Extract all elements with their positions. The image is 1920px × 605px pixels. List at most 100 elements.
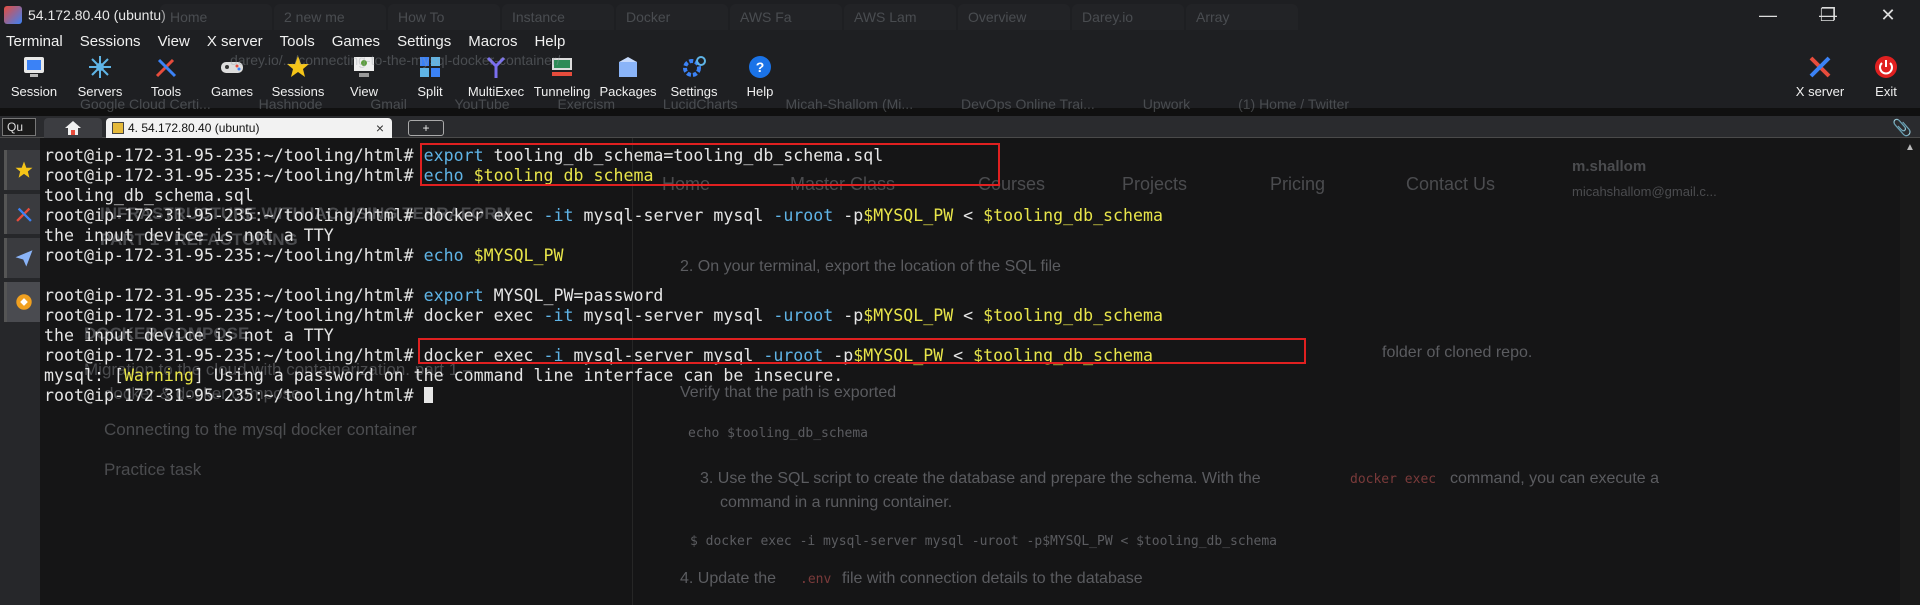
menu-settings[interactable]: Settings <box>397 33 451 50</box>
menu-view[interactable]: View <box>158 33 190 50</box>
terminal-line: root@ip-172-31-95-235:~/tooling/html# <box>44 386 433 406</box>
ghost-tab: AWS Lam <box>844 4 956 30</box>
background-bookmarks-bar: Google Cloud Certi... Hashnode Gmail You… <box>80 96 1393 112</box>
dock-sftp[interactable] <box>4 282 40 322</box>
shell-prompt: root@ip-172-31-95-235:~/tooling/html# <box>44 166 414 185</box>
window-title: 54.172.80.40 (ubuntu) <box>28 7 166 23</box>
minimize-window-button[interactable]: — <box>1740 0 1796 30</box>
menu-games[interactable]: Games <box>332 33 380 50</box>
command-text: mysql-server mysql <box>573 306 774 325</box>
ghost-tab: 2 new me <box>274 4 386 30</box>
packages-button[interactable]: Packages <box>592 54 664 99</box>
close-tab-icon[interactable]: × <box>376 120 384 136</box>
dock-tools[interactable] <box>4 194 40 234</box>
ghost-bookmark: Google Cloud Certi... <box>80 96 211 112</box>
shell-prompt: root@ip-172-31-95-235:~/tooling/html# <box>44 246 414 265</box>
power-icon <box>1875 56 1897 78</box>
shell-prompt: root@ip-172-31-95-235:~/tooling/html# <box>44 286 414 305</box>
terminal-output[interactable]: root@ip-172-31-95-235:~/tooling/html# ex… <box>40 143 1910 596</box>
toolbar: Session Servers Tools Games Sessions Vie… <box>0 52 1920 112</box>
servers-button[interactable]: Servers <box>64 54 136 99</box>
ghost-tab: AWS Fa <box>730 4 842 30</box>
command-text: docker exec <box>423 206 544 225</box>
terminal-line: the input device is not a TTY <box>44 226 334 245</box>
command-text: -p <box>833 306 864 325</box>
home-tab[interactable] <box>44 118 102 138</box>
shell-prompt: root@ip-172-31-95-235:~/tooling/html# <box>44 346 414 365</box>
shell-variable: $MYSQL_PW <box>473 246 564 265</box>
sftp-icon <box>15 294 32 310</box>
warning-prefix: mysql: [ <box>44 366 124 385</box>
xserver-button[interactable]: X server <box>1784 54 1856 99</box>
terminal-line: the input device is not a TTY <box>44 326 334 345</box>
terminal-line: tooling_db_schema.sql <box>44 186 254 205</box>
session-tab-active[interactable]: 4. 54.172.80.40 (ubuntu) × <box>106 118 392 138</box>
command-flag: -uroot <box>773 306 834 325</box>
session-tab-bar: Qu 4. 54.172.80.40 (ubuntu) × + 📎 <box>0 116 1920 138</box>
ghost-bookmark: Gmail <box>370 96 407 112</box>
shell-variable: $tooling_db_schema <box>983 206 1163 225</box>
menu-xserver[interactable]: X server <box>207 33 263 50</box>
svg-text:?: ? <box>756 59 765 75</box>
terminal-line: root@ip-172-31-95-235:~/tooling/html# ec… <box>44 246 564 266</box>
command-flag: -it <box>543 206 574 225</box>
shell-variable: $tooling_db_schema <box>983 306 1163 325</box>
ghost-bookmark: Upwork <box>1142 96 1191 112</box>
ghost-tab: Home <box>160 4 272 30</box>
command-args: MYSQL_PW=password <box>483 286 664 305</box>
dock-sessions[interactable] <box>4 150 40 190</box>
menu-terminal[interactable]: Terminal <box>6 33 63 50</box>
menu-tools[interactable]: Tools <box>280 33 315 50</box>
ghost-tab: Darey.io <box>1072 4 1184 30</box>
command-flag: -uroot <box>773 206 834 225</box>
servers-icon <box>89 56 111 78</box>
shell-prompt: root@ip-172-31-95-235:~/tooling/html# <box>44 206 414 225</box>
session-tab-label: 4. 54.172.80.40 (ubuntu) <box>128 121 260 135</box>
maximize-window-button[interactable]: ❐ <box>1800 0 1856 30</box>
exit-button[interactable]: Exit <box>1850 54 1920 99</box>
paper-plane-icon <box>15 250 32 267</box>
ghost-tab: Docker <box>616 4 728 30</box>
menu-macros[interactable]: Macros <box>468 33 517 50</box>
command-keyword: echo <box>423 246 464 265</box>
mobaxterm-logo-icon <box>4 6 22 24</box>
ghost-tab: Overview <box>958 4 1070 30</box>
ghost-tab: Instance <box>502 4 614 30</box>
ghost-tab: Array <box>1186 4 1298 30</box>
highlight-box-docker-exec <box>418 338 1306 364</box>
quick-connect-input[interactable]: Qu <box>2 118 36 136</box>
command-flag: -it <box>543 306 574 325</box>
command-keyword: export <box>423 286 484 305</box>
settings-button[interactable]: Settings <box>658 54 730 99</box>
tools-button[interactable]: Tools <box>130 54 202 99</box>
warning-text: ] Using a password on the command line i… <box>193 366 844 385</box>
attachment-icon[interactable]: 📎 <box>1892 118 1912 138</box>
ghost-bookmark: (1) Home / Twitter <box>1238 96 1350 112</box>
terminal-line: root@ip-172-31-95-235:~/tooling/html# do… <box>44 206 1163 226</box>
menu-help[interactable]: Help <box>534 33 565 50</box>
ghost-bookmark: Exercism <box>557 96 616 112</box>
menu-sessions[interactable]: Sessions <box>80 33 141 50</box>
command-text: docker exec <box>423 306 544 325</box>
xserver-icon <box>1809 56 1831 78</box>
help-button[interactable]: ? Help <box>724 54 796 99</box>
shell-variable: $MYSQL_PW <box>863 206 954 225</box>
session-button[interactable]: Session <box>0 54 70 99</box>
ghost-url: darey.io/.../connecting-to-the-mysql-doc… <box>230 52 561 68</box>
highlight-box-export-echo <box>420 143 1000 186</box>
ssh-session-icon <box>112 122 124 134</box>
close-window-button[interactable]: ✕ <box>1860 0 1916 30</box>
title-bar: 54.172.80.40 (ubuntu) Home 2 new me How … <box>0 0 1920 30</box>
help-icon: ? <box>749 56 771 78</box>
session-icon <box>24 57 44 77</box>
ghost-tab: How To <box>388 4 500 30</box>
new-tab-button[interactable]: + <box>408 120 444 136</box>
menu-bar: Terminal Sessions View X server Tools Ga… <box>0 30 1920 52</box>
terminal-line: mysql: [Warning] Using a password on the… <box>44 366 843 386</box>
ghost-bookmark: Micah-Shallom (Mi... <box>785 96 914 112</box>
dock-macros[interactable] <box>4 238 40 278</box>
ghost-bookmark: LucidCharts <box>662 96 738 112</box>
left-sidebar-dock <box>0 138 40 605</box>
ghost-bookmark: Hashnode <box>258 96 323 112</box>
command-text: mysql-server mysql <box>573 206 774 225</box>
